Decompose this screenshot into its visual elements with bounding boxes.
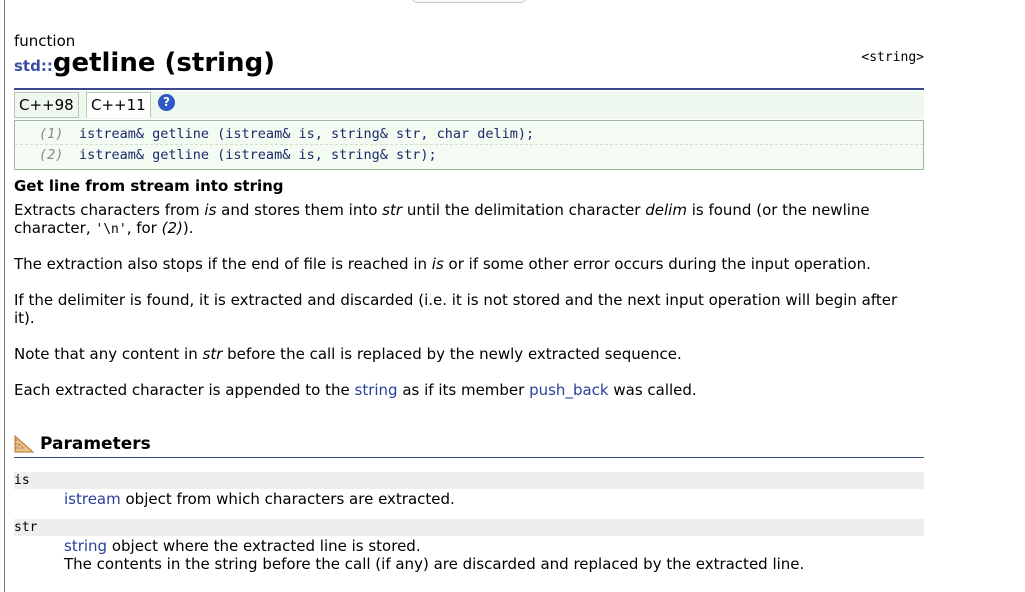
prototype-number: (1) [39, 126, 64, 142]
param-ref: is [431, 255, 444, 273]
string-link[interactable]: string [355, 381, 398, 399]
text: The contents in the string before the ca… [64, 555, 805, 573]
prototype-code: istream& getline (istream& is, string& s… [79, 147, 437, 163]
description-paragraph-1: Extracts characters from is and stores t… [14, 201, 919, 239]
prototype-code: istream& getline (istream& is, string& s… [79, 126, 535, 142]
text: Note that any content in [14, 345, 203, 363]
text: ). [182, 219, 194, 237]
top-edge-tab[interactable] [412, 0, 526, 3]
description-heading-text: Get line from stream into string [14, 177, 284, 195]
string-link[interactable]: string [64, 537, 107, 555]
text: until the delimitation character [402, 201, 646, 219]
parameter-name: is [14, 472, 924, 489]
prototype-number: (2) [39, 147, 64, 163]
prototype-ref: (2) [161, 219, 183, 237]
tab-cpp98[interactable]: C++98 [14, 92, 79, 118]
text: was called. [608, 381, 697, 399]
param-ref: delim [645, 201, 687, 219]
istream-link[interactable]: istream [64, 490, 121, 508]
param-ref: str [202, 345, 223, 363]
text: it). [14, 309, 35, 327]
text: and stores them into [216, 201, 383, 219]
text: before the call is replaced by the newly… [222, 345, 682, 363]
title-divider [14, 88, 924, 90]
text: Each extracted character is appended to … [14, 381, 355, 399]
text: If the delimiter is found, it is extract… [14, 291, 898, 309]
parameter-description: string object where the extracted line i… [64, 537, 924, 573]
param-ref: is [204, 201, 217, 219]
text: object from which characters are extract… [120, 490, 455, 508]
newline-literal: '\n' [95, 222, 127, 237]
left-frame-border [4, 0, 5, 592]
description-paragraph-2: The extraction also stops if the end of … [14, 255, 919, 273]
parameters-title: Parameters [40, 434, 151, 454]
parameter-description: istream object from which characters are… [64, 490, 924, 508]
description-paragraph-5: Each extracted character is appended to … [14, 381, 919, 399]
ruler-triangle-icon [14, 435, 34, 453]
prototype-row: (2) istream& getline (istream& is, strin… [15, 145, 923, 165]
description-paragraph-3: If the delimiter is found, it is extract… [14, 291, 919, 327]
text: as if its member [397, 381, 530, 399]
param-ref: str [382, 201, 403, 219]
text: The extraction also stops if the end of … [14, 255, 432, 273]
push-back-link[interactable]: push_back [529, 381, 609, 399]
text: or if some other error occurs during the… [443, 255, 871, 273]
text: is found (or the newline [686, 201, 870, 219]
description-heading: Get line from stream into string [14, 177, 919, 195]
description-paragraph-4: Note that any content in str before the … [14, 345, 919, 363]
header-file-link[interactable]: <string> [861, 50, 924, 65]
parameter-name: str [14, 519, 924, 536]
parameters-section-header: Parameters [14, 433, 924, 457]
prototype-row: (1) istream& getline (istream& is, strin… [15, 124, 923, 145]
tab-cpp11[interactable]: C++11 [86, 92, 151, 118]
version-tabs-bar: C++98 C++11 ? [14, 91, 924, 119]
help-icon[interactable]: ? [158, 94, 175, 111]
function-name: getline (string) [52, 48, 276, 78]
text: , for [126, 219, 162, 237]
parameters-divider [14, 457, 924, 458]
page-title: std::getline (string) [14, 48, 275, 78]
text: Extracts characters from [14, 201, 205, 219]
namespace-prefix: std:: [14, 57, 53, 75]
prototypes-box: (1) istream& getline (istream& is, strin… [14, 120, 924, 170]
text: character, [14, 219, 96, 237]
text: object where the extracted line is store… [107, 537, 421, 555]
